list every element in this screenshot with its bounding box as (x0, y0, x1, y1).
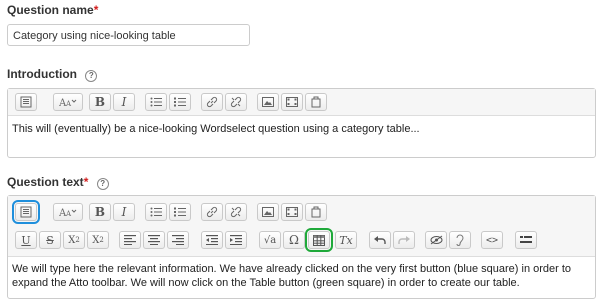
italic-icon[interactable]: I (113, 203, 135, 221)
subscript-digit: 2 (75, 236, 80, 244)
bold-icon[interactable]: B (89, 93, 111, 111)
font-size-icon[interactable]: AA (53, 93, 83, 111)
unordered-list-icon[interactable] (145, 93, 167, 111)
unordered-list-icon[interactable] (145, 203, 167, 221)
table-icon[interactable] (305, 228, 333, 252)
outdent-icon[interactable] (201, 231, 223, 249)
html-icon[interactable]: <> (481, 231, 503, 249)
toolbar-row-2: U S X2 X2 √a Ω Tx <> (15, 228, 595, 252)
superscript-icon[interactable]: X2 (87, 231, 109, 249)
introduction-label-text: Introduction (7, 67, 77, 81)
required-mark: * (93, 3, 99, 17)
indent-icon[interactable] (225, 231, 247, 249)
ordered-list-icon[interactable] (169, 93, 191, 111)
question-name-input[interactable]: Category using nice-looking table (7, 24, 250, 46)
more-icon[interactable] (515, 231, 537, 249)
undo-icon[interactable] (369, 231, 391, 249)
svg-text:A: A (65, 210, 72, 218)
superscript-base: X (92, 234, 100, 246)
screenreader-helper-icon[interactable] (449, 231, 471, 249)
required-mark: * (83, 175, 89, 189)
unlink-icon[interactable] (225, 203, 247, 221)
show-more-icon[interactable] (15, 93, 37, 111)
show-more-icon[interactable] (12, 200, 40, 224)
accessibility-checker-icon[interactable] (425, 231, 447, 249)
question-text-label: Question text* ? (7, 175, 109, 190)
question-text-label-text: Question text (7, 175, 84, 189)
introduction-label: Introduction ? (7, 67, 98, 82)
question-text-editor: AA B I U S X 2 X 2 √a Ω Tx <> We will ty… (7, 195, 596, 299)
clear-format-icon[interactable]: Tx (335, 231, 357, 249)
bold-icon[interactable]: B (89, 203, 111, 221)
subscript-icon[interactable]: X2 (63, 231, 85, 249)
question-text-content[interactable]: We will type here the relevant informati… (12, 262, 590, 290)
question-text-toolbar: AA B I U S X 2 X 2 √a Ω Tx <> (8, 196, 595, 257)
image-icon[interactable] (257, 93, 279, 111)
introduction-editor: AA B I This will (eventually) be a nice-… (7, 88, 596, 158)
link-icon[interactable] (201, 93, 223, 111)
align-right-icon[interactable] (167, 231, 189, 249)
image-icon[interactable] (257, 203, 279, 221)
underline-icon[interactable]: U (15, 231, 37, 249)
align-left-icon[interactable] (119, 231, 141, 249)
italic-icon[interactable]: I (113, 93, 135, 111)
question-circle-icon[interactable]: ? (85, 70, 98, 82)
media-icon[interactable] (281, 93, 303, 111)
ordered-list-icon[interactable] (169, 203, 191, 221)
redo-icon[interactable] (393, 231, 415, 249)
svg-text:A: A (65, 100, 72, 108)
link-icon[interactable] (201, 203, 223, 221)
question-name-label-text: Question name (7, 3, 94, 17)
align-center-icon[interactable] (143, 231, 165, 249)
media-icon[interactable] (281, 203, 303, 221)
font-size-icon[interactable]: AA (53, 203, 83, 221)
subscript-base: X (68, 234, 76, 246)
introduction-content[interactable]: This will (eventually) be a nice-looking… (12, 122, 587, 136)
file-icon[interactable] (305, 203, 327, 221)
introduction-toolbar: AA B I (8, 89, 595, 116)
file-icon[interactable] (305, 93, 327, 111)
question-circle-icon[interactable]: ? (96, 178, 109, 190)
unlink-icon[interactable] (225, 93, 247, 111)
toolbar-row-1: AA B I (12, 200, 595, 224)
special-char-icon[interactable]: Ω (283, 231, 305, 249)
question-name-label: Question name* (7, 3, 98, 17)
equation-icon[interactable]: √a (259, 231, 281, 249)
strikethrough-icon[interactable]: S (39, 231, 61, 249)
superscript-digit: 2 (99, 236, 104, 244)
